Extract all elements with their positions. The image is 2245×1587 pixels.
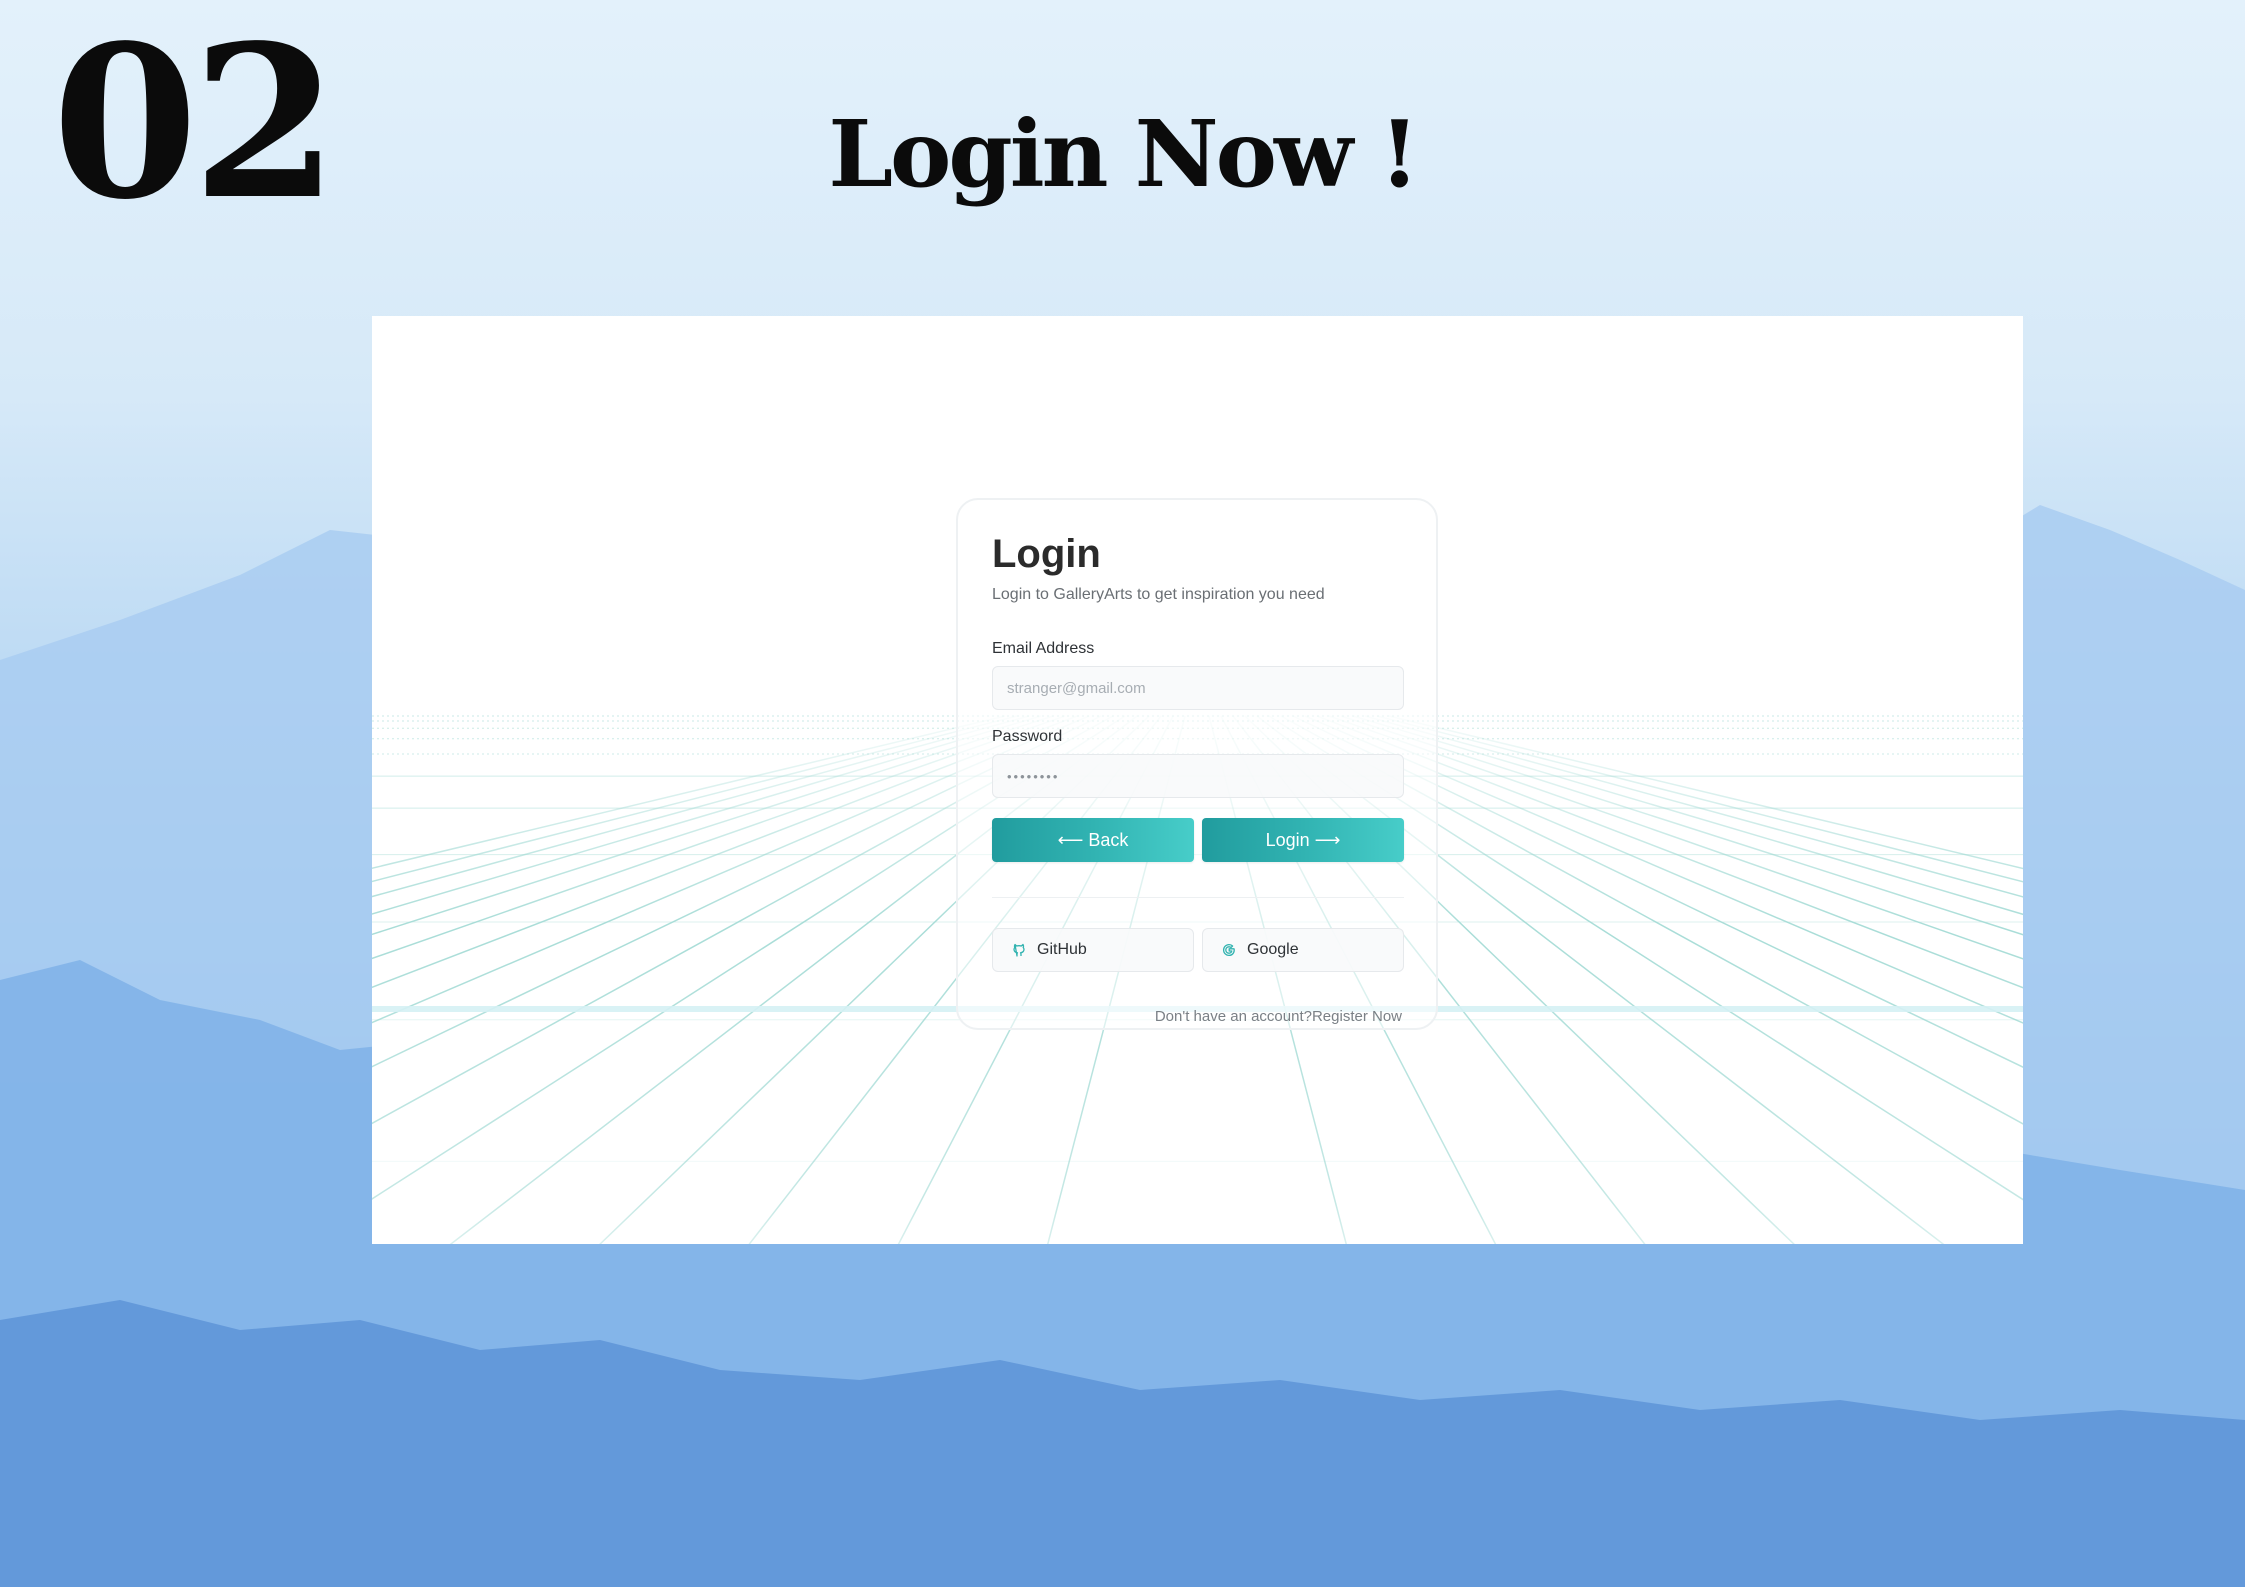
register-prompt-text: Don't have an account? xyxy=(1154,1008,1312,1025)
login-title: Login xyxy=(992,532,1101,576)
github-login-button[interactable]: GitHub xyxy=(992,928,1194,972)
password-input[interactable]: •••••••• xyxy=(992,754,1404,798)
google-label: Google xyxy=(1247,941,1299,958)
grid-line-vertical xyxy=(1388,715,2023,870)
password-masked-value: •••••••• xyxy=(1007,768,1060,784)
login-subtitle: Login to GalleryArts to get inspiration … xyxy=(992,586,1325,603)
email-input[interactable] xyxy=(992,666,1404,710)
email-label: Email Address xyxy=(992,640,1095,657)
grid-line-vertical xyxy=(372,715,1006,870)
login-card: Login Login to GalleryArts to get inspir… xyxy=(956,498,1438,1030)
register-prompt: Don't have an account?Register Now xyxy=(1155,1008,1402,1025)
back-button[interactable]: ⟵ Back xyxy=(992,818,1194,862)
register-now-link[interactable]: Register Now xyxy=(1312,1008,1402,1025)
github-label: GitHub xyxy=(1037,941,1087,958)
google-icon xyxy=(1221,942,1237,958)
password-label: Password xyxy=(992,728,1063,745)
google-login-button[interactable]: Google xyxy=(1202,928,1404,972)
login-button[interactable]: Login ⟶ xyxy=(1202,818,1404,862)
divider xyxy=(992,897,1404,898)
grid-line-vertical xyxy=(372,715,1018,883)
github-icon xyxy=(1011,942,1027,958)
slide-title: Login Now ! xyxy=(828,100,1419,208)
grid-line-vertical xyxy=(1376,715,2023,883)
app-screenshot-frame: Login Login to GalleryArts to get inspir… xyxy=(372,316,2023,1244)
